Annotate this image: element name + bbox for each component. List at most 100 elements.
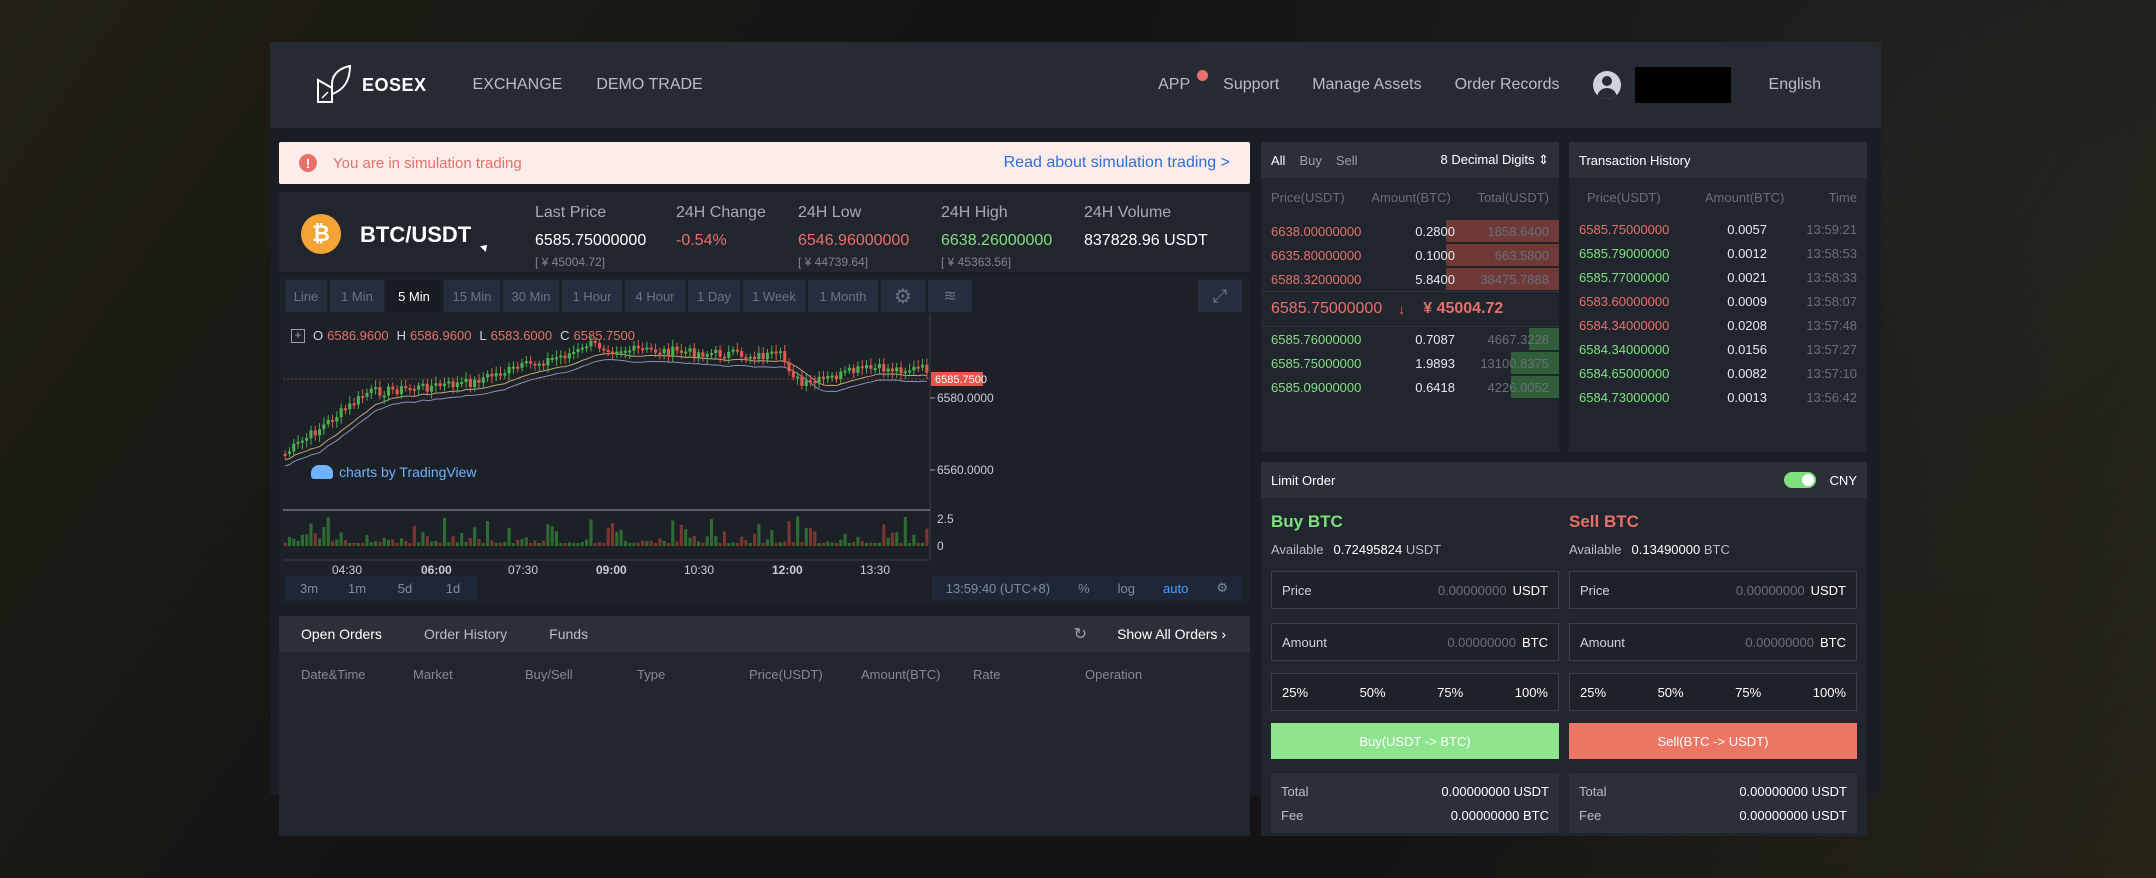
buy-percent-50[interactable]: 50% [1360, 685, 1386, 700]
sell-price-input[interactable]: Price 0.00000000 USDT [1569, 571, 1857, 609]
refresh-icon[interactable]: ↻ [1074, 624, 1087, 644]
candle [524, 361, 528, 364]
bid-row[interactable]: 6585.76000000 0.7087 4667.3228 [1261, 327, 1559, 351]
candle [408, 387, 412, 390]
fee-row: Fee 0.00000000 USDT [1579, 803, 1847, 827]
orders-table-header: Date&Time Market Buy/Sell Type Price(USDT) Am… [279, 652, 1250, 682]
orders-tabs: Open Orders Order History Funds ↻ Show A… [279, 616, 1250, 652]
candle [602, 348, 606, 351]
volume-bar [352, 542, 356, 546]
range-3m[interactable]: 3m [285, 576, 333, 600]
buy-percent-75[interactable]: 75% [1437, 685, 1463, 700]
volume-bar [679, 524, 683, 546]
sell-percent-75[interactable]: 75% [1735, 685, 1761, 700]
book-filter-all[interactable]: All [1271, 153, 1285, 168]
decimal-digits-select[interactable]: 8 Decimal Digits ⇕ [1441, 152, 1549, 168]
nav-app[interactable]: APP [1158, 70, 1209, 94]
tab-funds[interactable]: Funds [549, 626, 588, 642]
timeframe-1-month[interactable]: 1 Month [808, 280, 878, 312]
candle [464, 378, 468, 383]
scale-log[interactable]: log [1104, 581, 1149, 596]
buy-amount-input[interactable]: Amount 0.00000000 BTC [1271, 623, 1559, 661]
scale-percent[interactable]: % [1064, 581, 1104, 596]
ask-row[interactable]: 6638.00000000 0.2800 1858.6400 [1261, 219, 1559, 243]
nav-order-records[interactable]: Order Records [1455, 76, 1560, 94]
chart-settings-gear-icon[interactable]: ⚙ [1202, 580, 1242, 596]
bid-row[interactable]: 6585.09000000 0.6418 4226.0052 [1261, 375, 1559, 399]
range-1m[interactable]: 1m [333, 576, 381, 600]
timeframe-4-hour[interactable]: 4 Hour [625, 280, 685, 312]
sell-percent-100[interactable]: 100% [1813, 685, 1846, 700]
tab-order-history[interactable]: Order History [424, 626, 507, 642]
available-value: 0.13490000 [1631, 542, 1701, 557]
nav-support[interactable]: Support [1223, 76, 1279, 94]
book-filter-buy[interactable]: Buy [1299, 153, 1321, 168]
volume-bar [399, 538, 403, 546]
timeframe-line[interactable]: Line [285, 280, 327, 312]
candle [481, 377, 485, 383]
candle [585, 346, 589, 349]
username-redacted[interactable] [1634, 67, 1731, 103]
stat-label: Last Price [535, 204, 607, 221]
ask-row[interactable]: 6635.80000000 0.1000 663.5800 [1261, 243, 1559, 267]
nav-exchange[interactable]: EXCHANGE [473, 76, 563, 94]
buy-percent-25[interactable]: 25% [1282, 685, 1308, 700]
caret-icon[interactable] [480, 242, 490, 252]
timeframe-30-min[interactable]: 30 Min [503, 280, 559, 312]
volume-bar [430, 541, 434, 546]
show-all-orders-link[interactable]: Show All Orders › [1117, 626, 1226, 642]
scale-auto[interactable]: auto [1149, 581, 1202, 596]
book-filter-sell[interactable]: Sell [1336, 153, 1358, 168]
candle [920, 364, 925, 368]
orders-col-2: Buy/Sell [525, 667, 573, 682]
sell-available: Available 0.13490000 BTC [1569, 542, 1857, 557]
pair-selector[interactable]: BTC/USDT [360, 222, 471, 248]
range-5d[interactable]: 5d [381, 576, 429, 600]
chart-settings-icon[interactable]: ⚙ [881, 280, 925, 312]
volume-bar [675, 541, 679, 546]
sell-button[interactable]: Sell(BTC -> USDT) [1569, 723, 1857, 759]
moving-average-line [285, 353, 927, 461]
volume-bar [296, 540, 300, 546]
user-avatar-icon[interactable] [1592, 71, 1621, 99]
sell-percent-50[interactable]: 50% [1658, 685, 1684, 700]
timeframe-1-day[interactable]: 1 Day [688, 280, 740, 312]
stat-value: 6585.75000000 [535, 232, 647, 249]
timeframe-1-week[interactable]: 1 Week [743, 280, 805, 312]
range-1d[interactable]: 1d [429, 576, 477, 600]
volume-bar [374, 541, 378, 546]
timeframe-1-min[interactable]: 1 Min [330, 280, 384, 312]
candle [343, 408, 347, 411]
available-unit: USDT [1405, 542, 1442, 557]
indicators-icon[interactable]: ≋ [928, 280, 972, 312]
volume-bar [787, 521, 791, 546]
candle [675, 346, 679, 351]
sell-percent-25[interactable]: 25% [1580, 685, 1606, 700]
volume-bar [434, 541, 438, 546]
buy-button[interactable]: Buy(USDT -> BTC) [1271, 723, 1559, 759]
brand-logo[interactable]: EOSEX [310, 62, 427, 108]
tradingview-watermark[interactable]: charts by TradingView [311, 464, 476, 480]
language-selector[interactable]: English [1769, 76, 1821, 94]
sell-amount-input[interactable]: Amount 0.00000000 BTC [1569, 623, 1857, 661]
timeframe-15-min[interactable]: 15 Min [444, 280, 500, 312]
field-unit: USDT [1810, 582, 1846, 598]
fullscreen-icon[interactable]: ⤢ [1198, 280, 1242, 312]
simulation-info-link[interactable]: Read about simulation trading > [1004, 154, 1230, 172]
bid-row[interactable]: 6585.75000000 1.9893 13100.8375 [1261, 351, 1559, 375]
candle [520, 362, 524, 368]
nav-demo-trade[interactable]: DEMO TRADE [596, 76, 702, 94]
timeframe-5-min[interactable]: 5 Min [387, 280, 441, 312]
candle [912, 366, 916, 371]
cny-toggle[interactable] [1783, 472, 1816, 488]
volume-bar [382, 537, 386, 546]
timeframe-1-hour[interactable]: 1 Hour [562, 280, 622, 312]
ask-row[interactable]: 6588.32000000 5.8400 38475.7888 [1261, 267, 1559, 291]
buy-percent-100[interactable]: 100% [1515, 685, 1548, 700]
candlestick-chart[interactable]: 6585.7500 6580.0000 6560.0000 2.5 0 04:30 06:0… [279, 314, 1250, 576]
tab-open-orders[interactable]: Open Orders [301, 626, 382, 642]
nav-manage-assets[interactable]: Manage Assets [1312, 76, 1421, 94]
candle [326, 419, 330, 425]
candle [339, 408, 343, 418]
buy-price-input[interactable]: Price 0.00000000 USDT [1271, 571, 1559, 609]
